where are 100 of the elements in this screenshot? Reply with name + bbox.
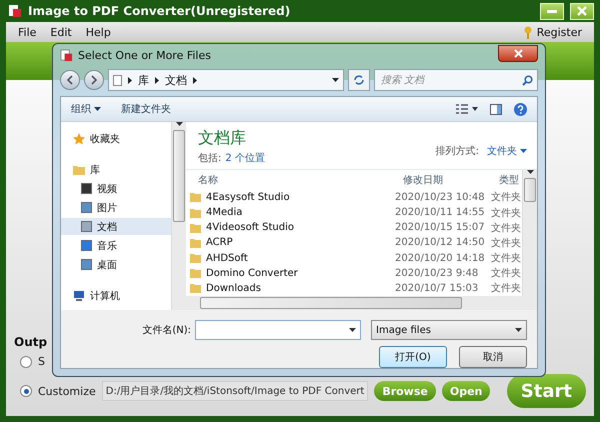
path-field[interactable]: D:/用户目录/我的文档/iStonsoft/Image to PDF Convert <box>102 381 368 401</box>
dialog-open-button[interactable]: 打开(O) <box>379 346 447 368</box>
caret-icon <box>349 328 356 332</box>
nav-item[interactable]: 收藏夹 <box>61 130 171 147</box>
refresh-icon <box>353 74 365 86</box>
radio-label: Customize <box>38 384 96 398</box>
file-row[interactable]: AHDSoft 2020/10/20 14:18 文件夹 <box>186 250 522 266</box>
column-header[interactable]: 名称 <box>198 172 403 187</box>
app-logo-icon <box>8 4 22 18</box>
search-input[interactable]: 搜索 文档 <box>379 74 522 86</box>
address-bar[interactable]: 库 文档 <box>108 69 344 91</box>
nav-item[interactable]: 视频 <box>61 180 171 197</box>
file-type: 文件夹 <box>491 236 522 250</box>
nav-item[interactable]: 桌面 <box>61 256 171 273</box>
file-name: AHDSoft <box>190 252 395 264</box>
radio-button[interactable] <box>20 356 32 368</box>
locations-link[interactable]: 2 个位置 <box>225 151 265 165</box>
caret-icon <box>94 107 101 111</box>
radio-button[interactable] <box>20 385 32 397</box>
library-title: 文档库 <box>198 128 247 149</box>
back-button[interactable] <box>60 70 80 90</box>
computer-icon <box>73 290 85 302</box>
nav-item[interactable]: 计算机 <box>61 287 171 304</box>
new-folder-button[interactable]: 新建文件夹 <box>121 102 171 116</box>
menu-item[interactable]: Help <box>86 26 111 38</box>
nav-item[interactable]: 图片 <box>61 199 171 216</box>
caret-icon <box>332 78 339 82</box>
breadcrumb-item[interactable]: 文档 <box>165 72 187 88</box>
app-logo-icon <box>60 48 73 62</box>
chevron-icon <box>128 76 132 84</box>
breadcrumb-item[interactable]: 库 <box>138 72 149 88</box>
file-type: 文件夹 <box>491 190 522 204</box>
folder-icon <box>190 268 201 278</box>
sort-dropdown[interactable]: 文件夹 <box>487 144 527 158</box>
modified-date: 2020/10/12 14:50 <box>395 237 486 248</box>
close-icon <box>514 48 522 58</box>
file-name: Downloads <box>190 282 395 294</box>
menu-item[interactable]: File <box>18 26 36 38</box>
modified-date: 2020/10/23 9:48 <box>395 268 480 279</box>
folder-icon <box>190 253 201 264</box>
cancel-button[interactable]: 取消 <box>459 346 527 368</box>
help-icon[interactable] <box>514 102 527 116</box>
file-row[interactable]: Domino Converter 2020/10/23 9:48 文件夹 <box>186 266 522 281</box>
filename-label: 文件名(N): <box>142 324 191 337</box>
chevron-icon <box>193 76 197 84</box>
file-name: 4Videosoft Studio <box>190 222 395 234</box>
window-title: Image to PDF Converter(Unregistered) <box>28 4 292 18</box>
folder-icon <box>190 192 201 202</box>
key-icon <box>522 26 533 38</box>
nav-item[interactable]: 库 <box>61 161 171 178</box>
preview-pane-icon[interactable] <box>490 104 502 114</box>
refresh-button[interactable] <box>348 69 370 91</box>
chevron-icon <box>155 76 159 84</box>
menu-item[interactable]: Edit <box>50 26 72 38</box>
scrollbar[interactable] <box>522 170 537 296</box>
register-button[interactable]: Register <box>522 26 582 38</box>
minimize-button[interactable] <box>540 2 564 20</box>
file-row[interactable]: 4Videosoft Studio 2020/10/15 15:07 文件夹 <box>186 220 522 236</box>
column-header[interactable]: 修改日期 <box>403 172 499 187</box>
folder-icon <box>190 208 201 218</box>
view-list-icon[interactable] <box>456 104 478 114</box>
file-row[interactable]: Downloads 2020/10/7 15:03 文件夹 <box>186 280 522 296</box>
caret-icon <box>526 170 534 174</box>
search-icon <box>522 74 533 86</box>
modified-date: 2020/10/20 14:18 <box>395 252 486 264</box>
search-field[interactable]: 搜索 文档 <box>374 69 538 91</box>
folder-icon <box>190 238 201 248</box>
organize-menu[interactable]: 组织 <box>71 102 101 116</box>
scroll-thumb[interactable] <box>173 130 185 222</box>
star-icon <box>73 132 85 144</box>
file-type: 文件夹 <box>491 282 522 296</box>
modified-date: 2020/10/7 15:03 <box>395 282 480 294</box>
file-name: 4Media <box>190 207 395 218</box>
file-type-dropdown[interactable]: Image files <box>371 320 527 340</box>
nav-item[interactable]: 音乐 <box>61 237 171 254</box>
modified-date: 2020/10/15 15:07 <box>395 222 486 234</box>
modified-date: 2020/10/11 14:55 <box>395 207 486 218</box>
folder-icon <box>73 164 85 176</box>
file-row[interactable]: ACRP 2020/10/12 14:50 文件夹 <box>186 235 522 250</box>
caret-icon <box>520 149 527 153</box>
file-type: 文件夹 <box>491 206 522 220</box>
radio-label: S <box>38 355 45 368</box>
file-row[interactable]: 4Easysoft Studio 2020/10/23 10:48 文件夹 <box>186 190 522 206</box>
section-label: Outp <box>14 335 48 349</box>
file-type: 文件夹 <box>491 252 522 266</box>
file-row[interactable]: 4Media 2020/10/11 14:55 文件夹 <box>186 205 522 220</box>
scroll-thumb[interactable] <box>524 178 536 202</box>
forward-button[interactable] <box>84 70 104 90</box>
scroll-thumb[interactable] <box>200 297 462 309</box>
file-name: 4Easysoft Studio <box>190 192 395 203</box>
nav-item[interactable]: 文档 <box>61 218 171 235</box>
file-name: ACRP <box>190 237 395 248</box>
close-button[interactable] <box>498 44 538 62</box>
folder-icon <box>190 222 201 233</box>
close-icon <box>577 6 587 16</box>
scrollbar[interactable] <box>171 122 186 310</box>
column-header[interactable]: 类型 <box>499 172 522 187</box>
filename-field[interactable] <box>195 320 361 340</box>
caret-icon <box>515 328 522 332</box>
scrollbar[interactable] <box>186 296 537 310</box>
